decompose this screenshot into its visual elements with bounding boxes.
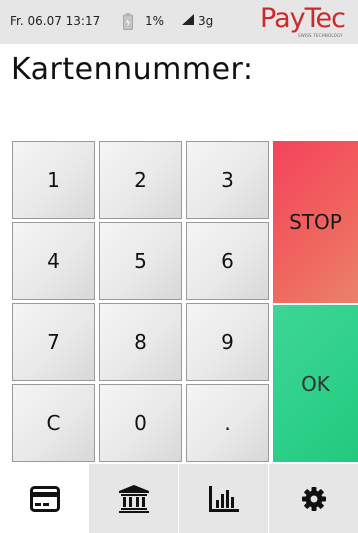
- bottom-nav: [0, 464, 358, 533]
- key-9[interactable]: 9: [186, 303, 269, 381]
- gear-icon: [301, 486, 326, 511]
- key-clear[interactable]: C: [12, 384, 95, 462]
- ok-button[interactable]: OK: [273, 305, 358, 462]
- battery-icon: [123, 13, 133, 30]
- page-title: Kartennummer:: [11, 52, 254, 87]
- tab-statistics[interactable]: [179, 464, 268, 533]
- key-decimal[interactable]: .: [186, 384, 269, 462]
- bar-chart-icon: [208, 485, 239, 512]
- bank-icon: [118, 484, 149, 513]
- key-7[interactable]: 7: [12, 303, 95, 381]
- tab-settings[interactable]: [269, 464, 358, 533]
- logo-subtext: SWISS TECHNOLOGY: [298, 33, 343, 38]
- status-datetime: Fr. 06.07 13:17: [10, 14, 101, 28]
- key-2[interactable]: 2: [99, 141, 182, 219]
- key-0[interactable]: 0: [99, 384, 182, 462]
- status-battery-level: 1%: [145, 14, 165, 28]
- paytec-logo: PayTec SWISS TECHNOLOGY: [260, 0, 358, 44]
- key-6[interactable]: 6: [186, 222, 269, 300]
- signal-icon: [182, 14, 194, 25]
- key-1[interactable]: 1: [12, 141, 95, 219]
- status-bar: Fr. 06.07 13:17 1% 3g PayTec SWISS TECHN…: [0, 0, 358, 44]
- stop-button[interactable]: STOP: [273, 141, 358, 303]
- tab-card-payment[interactable]: [0, 464, 89, 533]
- key-4[interactable]: 4: [12, 222, 95, 300]
- key-8[interactable]: 8: [99, 303, 182, 381]
- credit-card-icon: [29, 485, 60, 512]
- key-3[interactable]: 3: [186, 141, 269, 219]
- key-5[interactable]: 5: [99, 222, 182, 300]
- tab-bank[interactable]: [89, 464, 178, 533]
- status-network: 3g: [198, 14, 214, 28]
- logo-text: PayTec: [260, 3, 346, 34]
